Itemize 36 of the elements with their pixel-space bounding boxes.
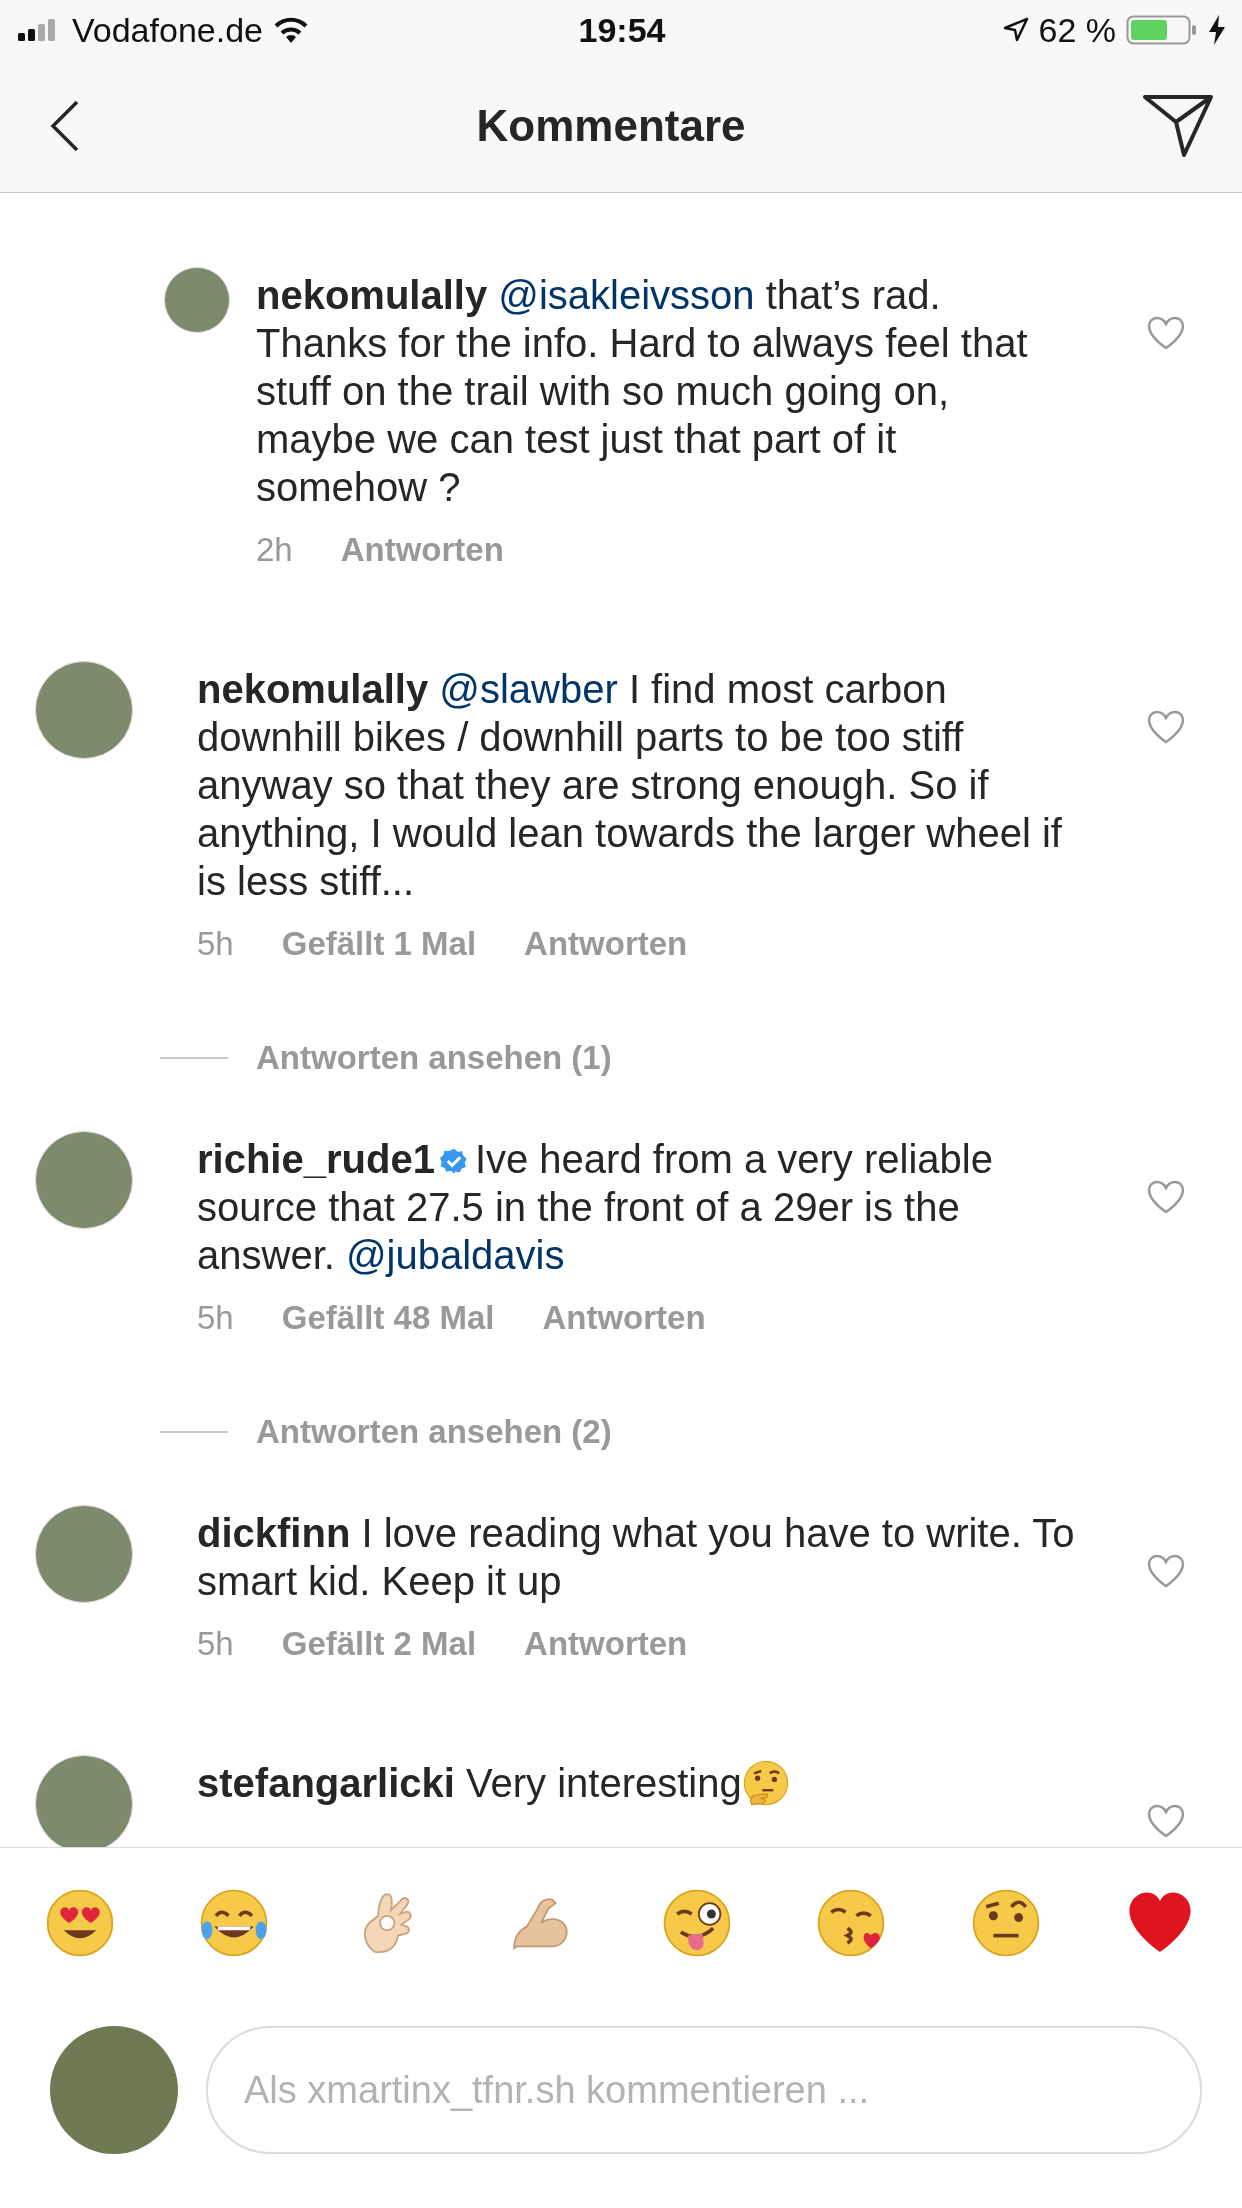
heart-eyes-face-emoji-icon[interactable] [44, 1887, 116, 1959]
likes-count[interactable]: Gefällt 48 Mal [281, 1299, 495, 1337]
view-replies-link[interactable]: Antworten ansehen (2) [256, 1413, 612, 1451]
back-icon[interactable] [50, 100, 80, 152]
thinking-face-emoji-icon[interactable] [741, 1759, 790, 1807]
view-replies-link[interactable]: Antworten ansehen (1) [256, 1039, 612, 1077]
status-time: 19:54 [578, 10, 666, 50]
comment-text: stefangarlicki Very interesting [197, 1759, 1076, 1807]
comment-text: richie_rude1 Ive heard from a very reliable source that 27.5 in the front of a 29er is the answer. @jubaldavis [197, 1136, 994, 1279]
charging-bolt-icon [1208, 15, 1226, 45]
like-heart-icon[interactable] [1146, 1553, 1186, 1589]
comment-text: dickfinn I love reading what you have to write. To smart kid. Keep it up [197, 1510, 1076, 1605]
reply-link[interactable]: Antworten [524, 1625, 688, 1663]
like-heart-icon[interactable] [1146, 1179, 1186, 1215]
comment-time: 5h [197, 925, 234, 963]
battery-percent: 62 % [1038, 10, 1116, 50]
comment-input-field[interactable]: Als xmartinx_tfnr.sh kommentieren ... [206, 2026, 1202, 2154]
page-title: Kommentare [476, 101, 746, 151]
reply-link[interactable]: Antworten [524, 925, 688, 963]
battery-icon [1126, 15, 1198, 45]
likes-count[interactable]: Gefällt 2 Mal [281, 1625, 477, 1663]
location-arrow-icon [1002, 17, 1029, 43]
comment-time: 5h [197, 1625, 234, 1663]
send-icon[interactable] [1142, 94, 1214, 158]
carrier-name: Vodafone.de [72, 10, 263, 50]
comment-time: 2h [256, 531, 293, 569]
wifi-icon [272, 16, 309, 44]
like-heart-icon[interactable] [1146, 1803, 1186, 1839]
reply-link[interactable]: Antworten [340, 531, 504, 569]
like-heart-icon[interactable] [1146, 315, 1186, 351]
comment-text: nekomulally @slawber I find most carbon downhill bikes / downhill parts to be too stiff anyway so that they are strong enough. So if anything, I would lean towards the larger wheel if is less stiff... [197, 666, 1063, 905]
reply-link[interactable]: Antworten [542, 1299, 706, 1337]
likes-count[interactable]: Gefällt 1 Mal [281, 925, 477, 963]
like-heart-icon[interactable] [1146, 709, 1186, 745]
comment-text: nekomulally @isakleivsson that’s rad. Thanks for the info. Hard to always feel that stuff on the trail with so much going on, maybe we can test just that part of it somehow ? [256, 272, 1029, 511]
comment-time: 5h [197, 1299, 234, 1337]
